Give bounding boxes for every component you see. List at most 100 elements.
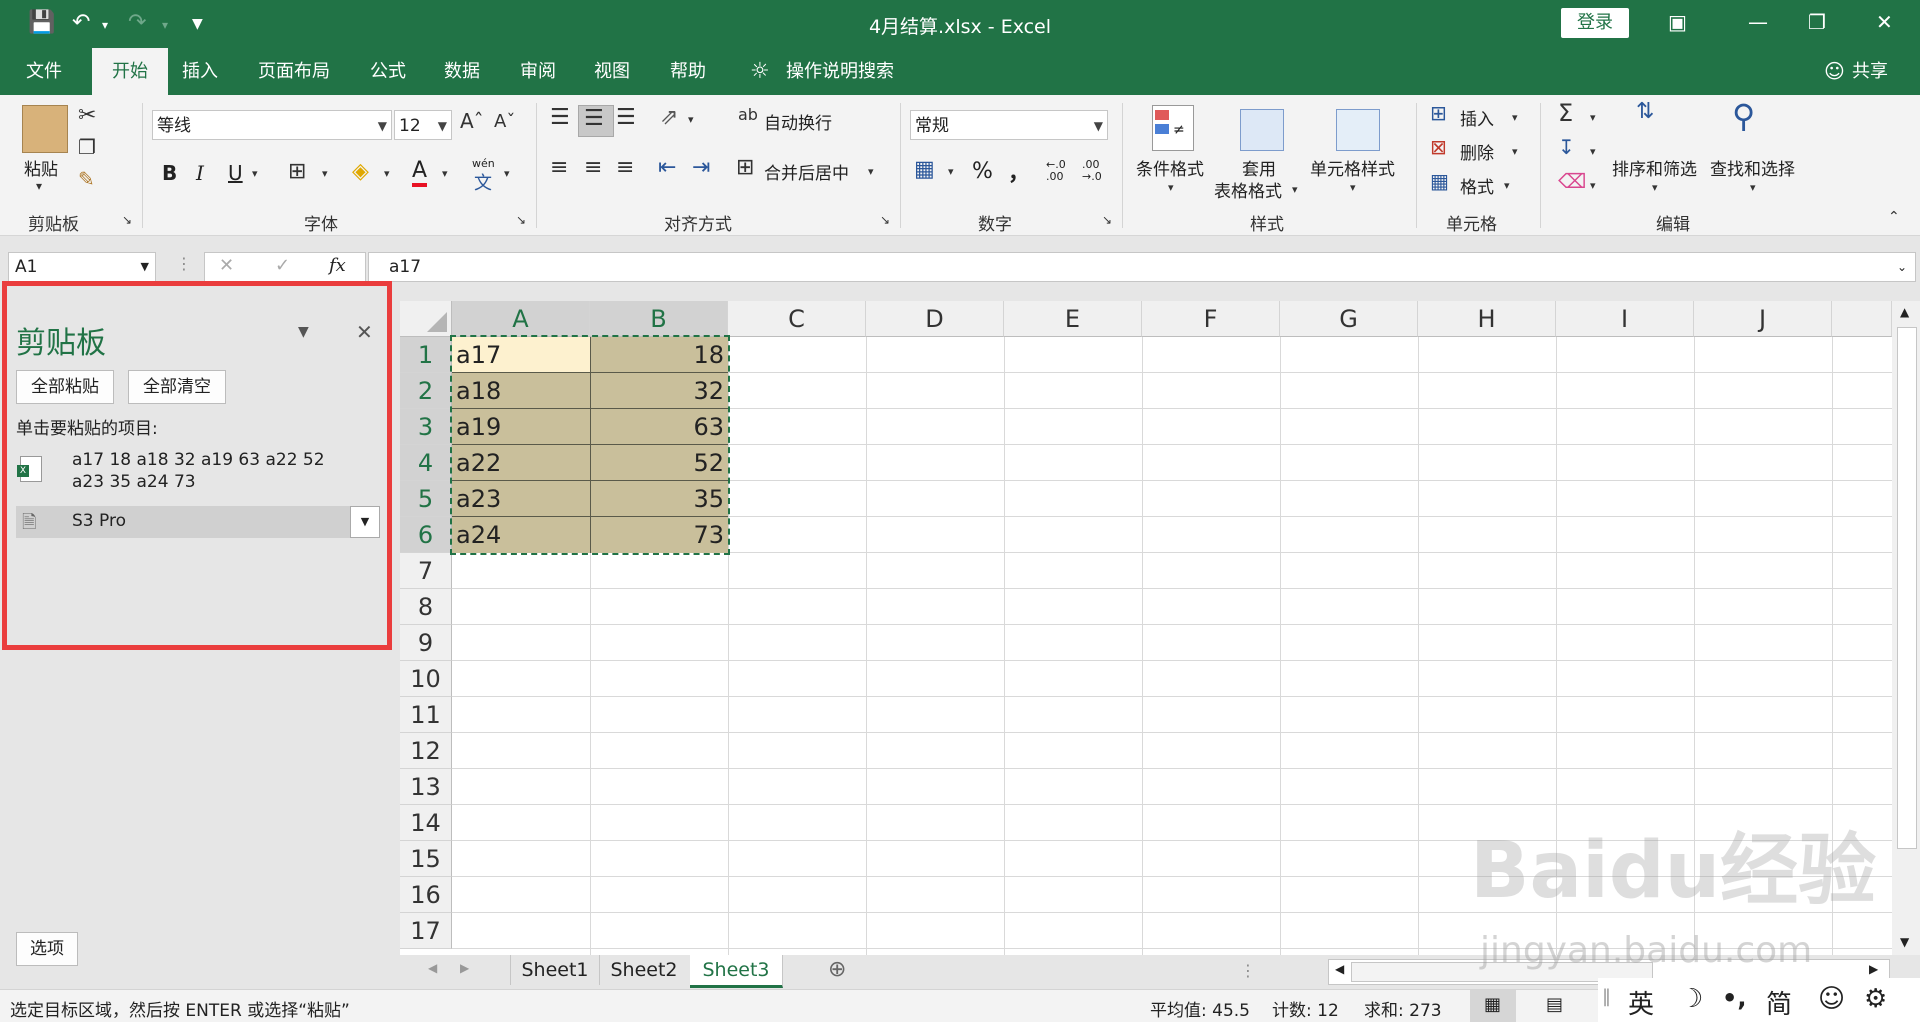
chevron-down-icon[interactable]: ▾ [1292,183,1298,196]
format-as-table-label-2[interactable]: 表格格式 [1214,177,1282,202]
status-average[interactable]: 平均值: 45.5 [1150,996,1250,1021]
ime-charset[interactable]: 简 [1766,984,1792,1021]
next-sheet-icon[interactable]: ▶ [460,961,469,975]
autosum-icon[interactable]: Σ [1558,99,1573,127]
half-width-icon[interactable]: ☽ [1680,984,1703,1014]
page-layout-view-icon[interactable]: ▤ [1546,994,1563,1015]
row-header[interactable]: 8 [400,589,452,625]
underline-button[interactable]: U [228,161,243,185]
tab-data[interactable]: 数据 [440,48,484,95]
column-header[interactable]: H [1418,301,1556,337]
copy-icon[interactable]: ❐ [78,135,96,159]
format-painter-icon[interactable]: ✎ [78,167,95,191]
sheet-tab-3[interactable]: Sheet3 [690,955,783,988]
sort-filter-button[interactable]: 排序和筛选 [1612,155,1697,180]
row-header[interactable]: 16 [400,877,452,913]
fill-color-icon[interactable]: ◈ [352,159,369,184]
sheet-tab-1[interactable]: Sheet1 [510,955,600,985]
row-header[interactable]: 6 [400,517,452,553]
orientation-icon[interactable]: ⇗ [660,105,678,130]
scroll-left-icon[interactable]: ◀ [1335,962,1344,976]
decrease-indent-icon[interactable]: ⇤ [658,155,676,180]
chevron-down-icon[interactable]: ▾ [948,165,954,178]
prev-sheet-icon[interactable]: ◀ [428,961,437,975]
chevron-down-icon[interactable]: ▾ [1750,181,1756,194]
chevron-down-icon[interactable]: ▾ [442,167,448,180]
chevron-down-icon[interactable]: ▾ [1504,179,1510,192]
format-cells-button[interactable]: 格式 [1460,173,1494,198]
normal-view-button[interactable]: ▦ [1470,990,1516,1022]
merge-center-button[interactable]: 合并后居中 [764,159,849,184]
format-as-table-icon[interactable] [1240,109,1284,151]
cut-icon[interactable]: ✂ [78,103,96,128]
percent-button[interactable]: % [972,159,993,184]
column-header[interactable]: B [590,301,728,337]
align-top-icon[interactable]: ☰ [550,105,570,130]
select-all-corner[interactable] [400,301,452,337]
chevron-down-icon[interactable]: ▾ [1652,181,1658,194]
decrease-decimal-icon[interactable]: .00 →.0 [1082,159,1102,183]
tab-home[interactable]: 开始 [92,48,168,95]
column-header[interactable]: J [1694,301,1832,337]
scroll-thumb[interactable] [1897,327,1917,849]
column-header[interactable]: G [1280,301,1418,337]
row-header[interactable]: 11 [400,697,452,733]
insert-function-icon[interactable]: fx [329,255,346,276]
tab-view[interactable]: 视图 [590,48,634,95]
tab-help[interactable]: 帮助 [666,48,710,95]
row-header[interactable]: 4 [400,445,452,481]
row-header[interactable]: 10 [400,661,452,697]
clipboard-launcher-icon[interactable]: ↘ [122,213,132,227]
punctuation-icon[interactable]: •, [1722,984,1746,1012]
tab-insert[interactable]: 插入 [178,48,222,95]
decrease-font-size-icon[interactable]: Aˇ [494,111,515,132]
fill-icon[interactable]: ↧ [1558,135,1575,159]
format-cells-icon[interactable]: ▦ [1430,169,1449,193]
expand-formula-icon[interactable]: ⌄ [1897,253,1907,281]
row-header[interactable]: 12 [400,733,452,769]
row-header[interactable]: 7 [400,553,452,589]
increase-font-size-icon[interactable]: Aˆ [460,109,484,133]
row-header[interactable]: 3 [400,409,452,445]
row-header[interactable]: 15 [400,841,452,877]
column-header[interactable] [1832,301,1892,337]
delete-cells-icon[interactable]: ⊠ [1430,135,1447,159]
cancel-icon[interactable]: ✕ [219,255,234,276]
options-button[interactable]: 选项 [16,932,78,966]
chevron-down-icon[interactable]: ▾ [1590,179,1596,192]
wrap-text-icon[interactable]: ab [738,105,758,124]
comma-button[interactable]: ， [1008,155,1030,187]
column-header[interactable]: A [452,301,590,337]
tab-review[interactable]: 审阅 [516,48,560,95]
collapse-ribbon-icon[interactable]: ⌃ [1888,209,1900,225]
tell-me-search[interactable]: 操作说明搜索 [782,48,898,95]
find-select-button[interactable]: 查找和选择 [1710,155,1795,180]
conditional-format-icon[interactable]: ≠ [1152,105,1194,151]
tab-formulas[interactable]: 公式 [366,48,410,95]
increase-decimal-icon[interactable]: ←.0.00 [1046,159,1066,183]
ribbon-display-options-icon[interactable]: ▣ [1668,10,1687,34]
sheet-tab-2[interactable]: Sheet2 [598,955,691,985]
alignment-launcher-icon[interactable]: ↘ [880,213,890,227]
column-header[interactable]: C [728,301,866,337]
column-header[interactable]: E [1004,301,1142,337]
row-header[interactable]: 1 [400,337,452,373]
paste-label[interactable]: 粘贴 [24,155,58,180]
italic-button[interactable]: I [196,161,204,185]
merge-center-icon[interactable]: ⊞ [736,155,754,180]
cell-styles-icon[interactable] [1336,109,1380,151]
clear-icon[interactable]: ⌫ [1558,169,1586,193]
chevron-down-icon[interactable]: ▾ [1168,181,1174,194]
increase-indent-icon[interactable]: ⇥ [692,155,710,180]
chevron-down-icon[interactable]: ▾ [1590,111,1596,124]
add-sheet-icon[interactable]: ⊕ [828,957,846,982]
row-header[interactable]: 2 [400,373,452,409]
accounting-format-icon[interactable]: ▦ [914,157,935,182]
enter-icon[interactable]: ✓ [275,255,290,276]
cell-styles-button[interactable]: 单元格样式 [1310,155,1395,180]
emoji-icon[interactable]: ☺ [1818,984,1845,1014]
column-header[interactable]: I [1556,301,1694,337]
row-header[interactable]: 9 [400,625,452,661]
row-header[interactable]: 5 [400,481,452,517]
font-size-combo[interactable]: 12 ▼ [394,110,452,140]
